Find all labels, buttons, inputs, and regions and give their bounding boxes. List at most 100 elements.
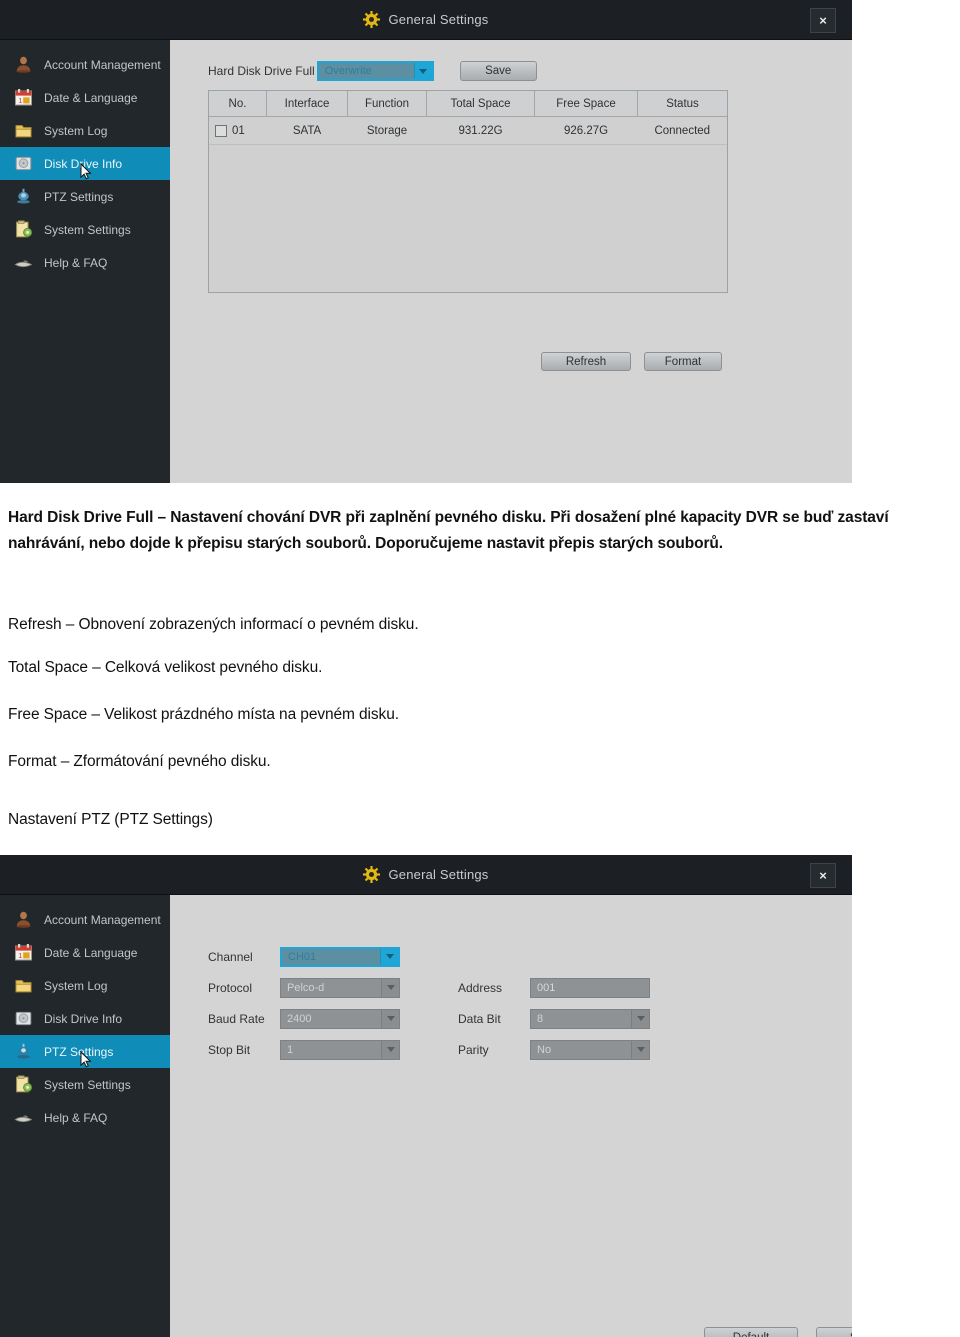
protocol-label: Protocol — [208, 980, 253, 995]
row-checkbox[interactable] — [215, 124, 227, 137]
heading-ptz-text: Nastavení PTZ (PTZ Settings) — [8, 811, 213, 828]
column-header-status: Status — [637, 91, 727, 117]
hdd-full-select[interactable]: Overwrite — [316, 61, 434, 81]
table-row[interactable]: 01 SATA Storage 931.22G 926.27G Connecte… — [209, 116, 727, 145]
window-titlebar: General Settings × — [0, 0, 852, 40]
sidebar-item-date-language[interactable]: 1 Date & Language — [0, 81, 170, 114]
close-icon[interactable]: × — [810, 8, 836, 33]
clipboard-gear-icon — [14, 1075, 33, 1094]
cell-status: Connected — [637, 116, 727, 145]
column-header-function: Function — [347, 91, 427, 117]
user-icon — [14, 55, 33, 74]
svg-text:1: 1 — [18, 96, 22, 105]
dvr-window-disk-drive: General Settings × Account Management 1 … — [0, 0, 852, 483]
column-header-total-space: Total Space — [426, 91, 535, 117]
stop-bit-select[interactable]: 1 — [280, 1039, 400, 1060]
sidebar-item-system-log[interactable]: System Log — [0, 114, 170, 147]
column-header-interface: Interface — [266, 91, 348, 117]
sidebar-item-label: Account Management — [44, 57, 161, 72]
disk-table: No. Interface Function Total Space Free … — [208, 90, 728, 293]
close-icon[interactable]: × — [810, 863, 836, 888]
sidebar-item-ptz-settings[interactable]: PTZ Settings — [0, 1035, 170, 1068]
window-body: Account Management 1 Date & Language Sys… — [0, 40, 852, 483]
data-bit-select[interactable]: 8 — [530, 1008, 650, 1029]
ptz-camera-icon — [14, 1042, 33, 1061]
sidebar-item-system-log[interactable]: System Log — [0, 969, 170, 1002]
cell-no: 01 — [209, 116, 267, 145]
protocol-select[interactable]: Pelco-d — [280, 977, 400, 998]
address-input[interactable]: 001 — [530, 977, 650, 998]
parity-label: Parity — [458, 1042, 489, 1057]
chevron-down-icon — [381, 1040, 399, 1059]
sidebar-item-date-language[interactable]: 1 Date & Language — [0, 936, 170, 969]
paragraph-refresh: Refresh – Obnovení zobrazených informací… — [8, 612, 952, 638]
parity-select[interactable]: No — [530, 1039, 650, 1060]
cell-free-space: 926.27G — [534, 116, 638, 145]
ptz-camera-icon — [14, 187, 33, 206]
clipboard-gear-icon — [14, 220, 33, 239]
sidebar: Account Management 1 Date & Language Sys… — [0, 40, 170, 483]
column-header-free-space: Free Space — [534, 91, 638, 117]
hard-disk-icon — [14, 154, 33, 173]
address-label: Address — [458, 980, 503, 995]
hard-disk-icon — [14, 1009, 33, 1028]
chevron-down-icon — [380, 948, 398, 965]
window-title-group: General Settings — [0, 855, 852, 894]
data-bit-label: Data Bit — [458, 1011, 501, 1026]
paragraph-format-text: Format – Zformátování pevného disku. — [8, 753, 271, 770]
sidebar-item-label: PTZ Settings — [44, 189, 114, 204]
sidebar-item-account-management[interactable]: Account Management — [0, 48, 170, 81]
ptz-row-channel: Channel CH01 — [208, 941, 650, 972]
sidebar-item-label: System Log — [44, 978, 108, 993]
sidebar-item-account-management[interactable]: Account Management — [0, 903, 170, 936]
paragraph-total-space: Total Space – Celková velikost pevného d… — [8, 655, 952, 681]
sidebar-item-ptz-settings[interactable]: PTZ Settings — [0, 180, 170, 213]
gear-icon — [363, 11, 381, 28]
sidebar-item-label: System Log — [44, 123, 108, 138]
sidebar-item-disk-drive-info[interactable]: Disk Drive Info — [0, 147, 170, 180]
window-title: General Settings — [388, 867, 489, 882]
ptz-content: Channel CH01 Protocol Pelco-d Address 00… — [170, 895, 852, 1337]
sidebar-item-label: Disk Drive Info — [44, 1011, 123, 1026]
calendar-icon: 1 — [14, 943, 33, 962]
chevron-down-icon — [631, 1009, 649, 1028]
heading-ptz: Nastavení PTZ (PTZ Settings) — [8, 807, 952, 833]
protocol-select-value: Pelco-d — [287, 981, 325, 994]
table-header-row: No. Interface Function Total Space Free … — [209, 91, 727, 117]
format-button[interactable]: Format — [644, 352, 722, 371]
hand-pointer-icon — [14, 253, 33, 272]
ptz-row-protocol-address: Protocol Pelco-d Address 001 — [208, 972, 650, 1003]
refresh-button[interactable]: Refresh — [541, 352, 631, 371]
sidebar-item-system-settings[interactable]: System Settings — [0, 1068, 170, 1101]
baud-rate-select-value: 2400 — [287, 1012, 312, 1025]
channel-select-value: CH01 — [288, 950, 317, 963]
channel-select[interactable]: CH01 — [280, 946, 400, 967]
sidebar-item-help-faq[interactable]: Help & FAQ — [0, 246, 170, 279]
save-button[interactable]: Save — [459, 61, 537, 81]
chevron-down-icon — [381, 1009, 399, 1028]
cell-total-space: 931.22G — [426, 116, 535, 145]
default-button[interactable]: Default — [704, 1327, 798, 1337]
cell-function: Storage — [347, 116, 427, 145]
paragraph-intro-text: Hard Disk Drive Full – Nastavení chování… — [8, 509, 889, 552]
sidebar-item-disk-drive-info[interactable]: Disk Drive Info — [0, 1002, 170, 1035]
column-header-no: No. — [209, 91, 267, 117]
sidebar-item-label: Account Management — [44, 912, 161, 927]
hdd-full-select-value: Overwrite — [324, 65, 372, 77]
paragraph-free-space-text: Free Space – Velikost prázdného místa na… — [8, 706, 399, 723]
sidebar-item-label: Disk Drive Info — [44, 156, 123, 171]
baud-rate-select[interactable]: 2400 — [280, 1008, 400, 1029]
save-button[interactable]: Save — [816, 1327, 852, 1337]
dvr-window-ptz: General Settings × Account Management 1 … — [0, 855, 852, 1337]
sidebar-item-label: Help & FAQ — [44, 1110, 108, 1125]
paragraph-intro: Hard Disk Drive Full – Nastavení chování… — [8, 505, 954, 556]
window-title: General Settings — [388, 12, 489, 27]
window-body: Account Management 1 Date & Language Sys… — [0, 895, 852, 1337]
window-titlebar: General Settings × — [0, 855, 852, 895]
sidebar-item-system-settings[interactable]: System Settings — [0, 213, 170, 246]
sidebar: Account Management 1 Date & Language Sys… — [0, 895, 170, 1337]
sidebar-item-help-faq[interactable]: Help & FAQ — [0, 1101, 170, 1134]
sidebar-item-label: System Settings — [44, 222, 131, 237]
data-bit-select-value: 8 — [537, 1012, 544, 1025]
stop-bit-label: Stop Bit — [208, 1042, 251, 1057]
